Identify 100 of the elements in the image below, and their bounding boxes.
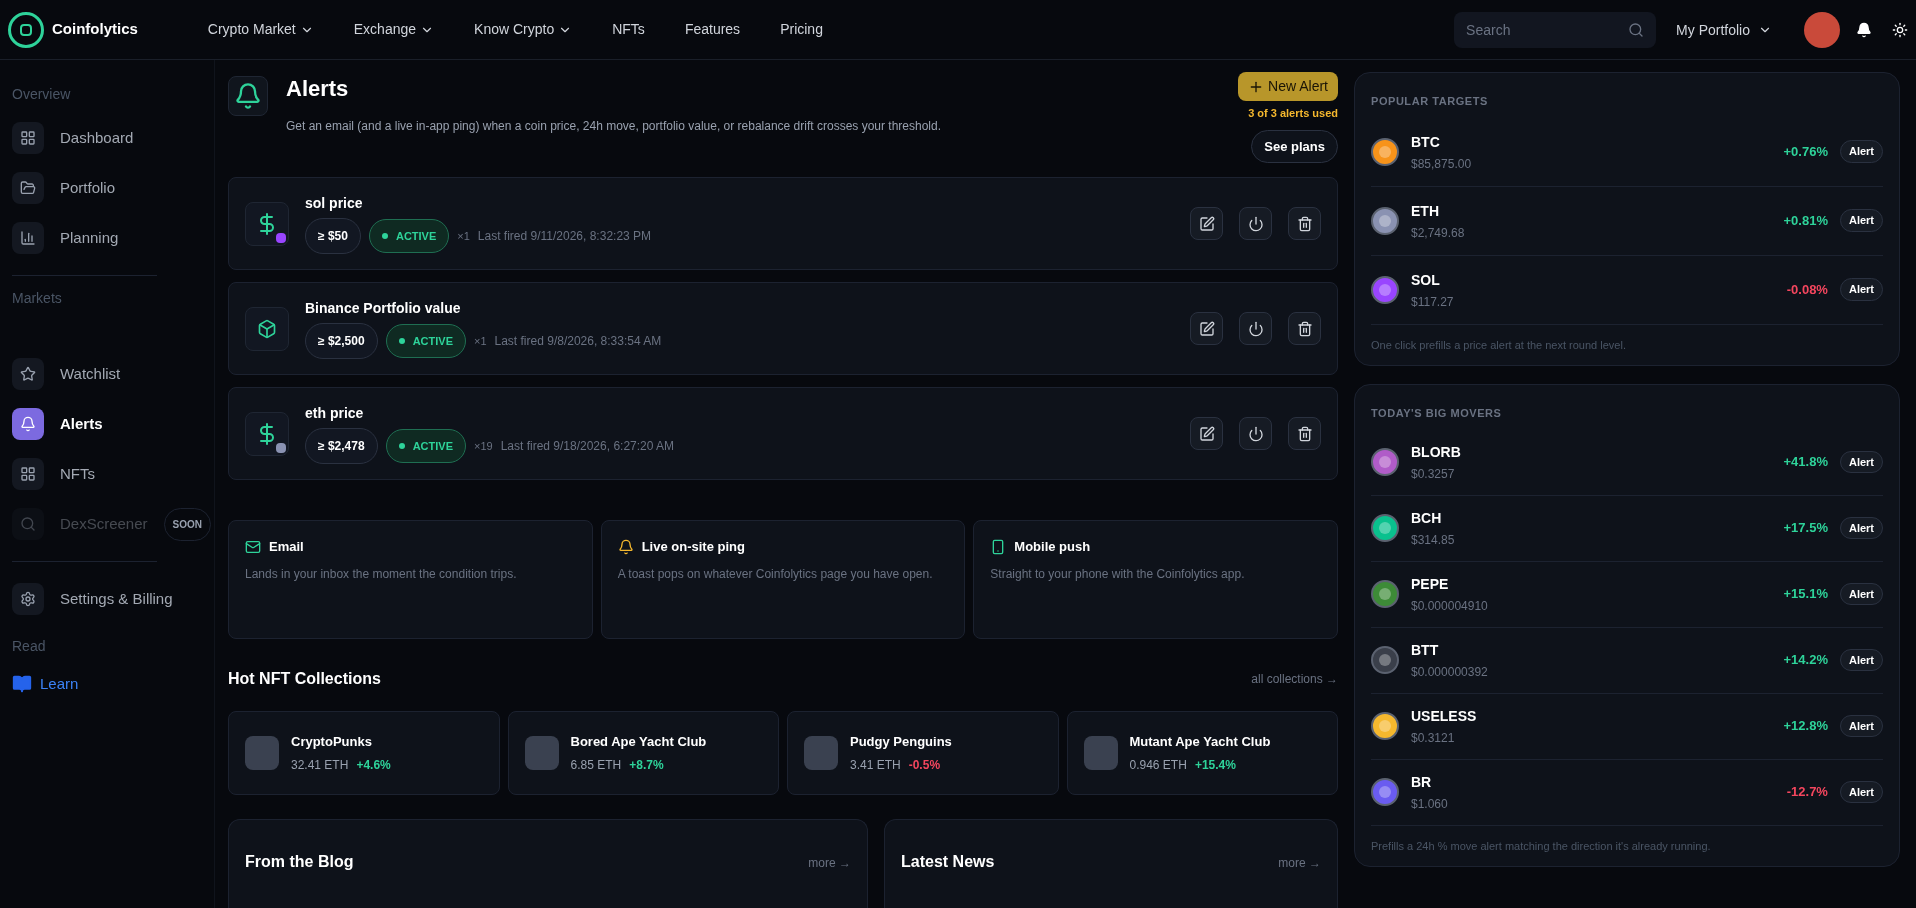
status-chip: ACTIVE: [385, 323, 466, 359]
new-alert-button[interactable]: New Alert: [1238, 72, 1338, 101]
change-percent: +15.1%: [1783, 585, 1828, 604]
nav-menu-item[interactable]: Know Crypto: [474, 19, 573, 40]
learn-link[interactable]: Learn: [0, 665, 214, 704]
alert-button[interactable]: Alert: [1839, 450, 1883, 474]
panel-note: Prefills a 24h % move alert matching the direction it's already running.: [1371, 838, 1712, 854]
nav-menu-item[interactable]: Exchange: [353, 19, 435, 40]
power-button[interactable]: [1239, 312, 1272, 345]
sidebar-item[interactable]: NFTs: [0, 449, 107, 499]
coin-symbol: USELESS: [1411, 707, 1478, 726]
coin-price: $0.000004910: [1411, 598, 1489, 614]
power-icon: [1247, 320, 1264, 337]
search-icon: [12, 508, 44, 540]
change-percent: +15.4%: [1194, 756, 1236, 774]
more-link[interactable]: more →: [808, 854, 851, 872]
coin-price: $0.3257: [1411, 466, 1456, 482]
nft-card[interactable]: Bored Ape Yacht Club 6.85 ETH +8.7%: [507, 711, 779, 795]
power-button[interactable]: [1239, 417, 1272, 450]
trash-icon: [1296, 215, 1313, 232]
nft-thumbnail: [524, 736, 559, 770]
more-link[interactable]: more →: [1278, 854, 1321, 872]
floor-price: 3.41 ETH: [850, 756, 901, 774]
nft-name: Mutant Ape Yacht Club: [1129, 733, 1271, 752]
page-description: Get an email (and a live in-app ping) when a coin price, 24h move, portfolio value, or rebalance drift crosses your threshold.: [286, 118, 942, 135]
trash-button[interactable]: [1288, 207, 1321, 240]
alert-name: sol price: [305, 194, 364, 213]
all-collections-link[interactable]: all collections →: [1251, 670, 1338, 688]
alert-button[interactable]: Alert: [1839, 582, 1883, 606]
nft-thumbnail: [245, 736, 279, 770]
threshold-chip: ≥ $50: [305, 218, 361, 254]
coin-price: $117.27: [1411, 293, 1455, 310]
nft-card[interactable]: CryptoPunks 32.41 ETH +4.6%: [228, 711, 500, 795]
logo-icon: [8, 11, 44, 48]
sidebar-item[interactable]: Dashboard: [0, 113, 146, 163]
nav-menu-item[interactable]: Crypto Market: [207, 19, 314, 40]
alert-button[interactable]: Alert: [1839, 648, 1883, 672]
coin-price: $1.060: [1411, 796, 1449, 812]
sidebar-section-title: Overview: [11, 85, 72, 104]
status-chip: ACTIVE: [385, 428, 466, 464]
see-plans-button[interactable]: See plans: [1251, 129, 1338, 163]
sidebar-item[interactable]: Portfolio: [0, 163, 128, 213]
nav-menu-item[interactable]: Pricing: [780, 19, 823, 40]
threshold-chip: ≥ $2,478: [305, 428, 378, 464]
notifications-icon[interactable]: [1856, 21, 1872, 38]
search-field[interactable]: Search: [1454, 11, 1657, 48]
channel-description: Lands in your inbox the moment the condition trips.: [245, 565, 518, 583]
alert-button[interactable]: Alert: [1839, 714, 1883, 738]
sidebar-item[interactable]: Watchlist: [0, 349, 133, 399]
settings-icon: [12, 583, 44, 615]
theme-icon[interactable]: [1892, 21, 1908, 38]
card-title: Latest News: [901, 852, 995, 872]
nft-card[interactable]: Pudgy Penguins 3.41 ETH -0.5%: [787, 711, 1059, 795]
fire-count: ×19: [473, 438, 493, 454]
alert-button[interactable]: Alert: [1839, 516, 1883, 540]
bell-icon: [228, 76, 268, 116]
sidebar-item[interactable]: Alerts: [0, 399, 115, 449]
coin-symbol: BR: [1411, 773, 1433, 792]
alert-button[interactable]: Alert: [1839, 278, 1883, 301]
bar-chart-icon: [12, 222, 44, 254]
last-fired: Last fired 9/18/2026, 6:27:20 AM: [500, 438, 675, 455]
avatar[interactable]: [1804, 11, 1840, 48]
change-percent: +8.7%: [629, 756, 664, 774]
sidebar-item[interactable]: Settings & Billing: [0, 574, 185, 624]
nav-menu-item[interactable]: NFTs: [612, 19, 645, 40]
coin-symbol: PEPE: [1411, 575, 1450, 594]
edit-button[interactable]: [1190, 207, 1223, 240]
edit-button[interactable]: [1190, 417, 1223, 450]
brand-name: Coinfolytics: [52, 19, 138, 40]
coin-price: $0.000000392: [1411, 664, 1489, 680]
alert-name: Binance Portfolio value: [305, 299, 462, 318]
fire-count: ×1: [473, 333, 487, 349]
alert-button[interactable]: Alert: [1839, 140, 1883, 163]
coin-symbol: SOL: [1411, 270, 1441, 290]
page-title: Alerts: [286, 75, 350, 103]
search-icon: [1628, 21, 1645, 38]
fire-count: ×1: [457, 228, 470, 244]
edit-button[interactable]: [1190, 312, 1223, 345]
nav-menu-item[interactable]: Features: [684, 19, 741, 40]
trash-button[interactable]: [1288, 417, 1321, 450]
trash-icon: [1296, 425, 1313, 442]
change-percent: +0.76%: [1783, 142, 1828, 161]
change-percent: +0.81%: [1783, 211, 1828, 230]
nft-card[interactable]: Mutant Ape Yacht Club 0.946 ETH +15.4%: [1066, 711, 1338, 795]
channel-title: Mobile push: [1014, 538, 1091, 556]
power-button[interactable]: [1239, 207, 1272, 240]
alert-button[interactable]: Alert: [1839, 780, 1883, 804]
nft-name: CryptoPunks: [291, 733, 373, 752]
trash-button[interactable]: [1288, 312, 1321, 345]
section-title: Hot NFT Collections: [228, 669, 381, 689]
portfolio-menu[interactable]: My Portfolio: [1676, 19, 1772, 40]
trash-icon: [1296, 320, 1313, 337]
sidebar-section-title: Read: [11, 637, 47, 656]
dollar-icon: [245, 411, 289, 456]
edit-icon: [1198, 425, 1215, 442]
sidebar-item[interactable]: Planning: [0, 213, 131, 263]
alert-button[interactable]: Alert: [1839, 209, 1883, 232]
change-percent: +17.5%: [1783, 519, 1828, 538]
cube-icon: [245, 306, 289, 351]
change-percent: +14.2%: [1783, 651, 1828, 670]
